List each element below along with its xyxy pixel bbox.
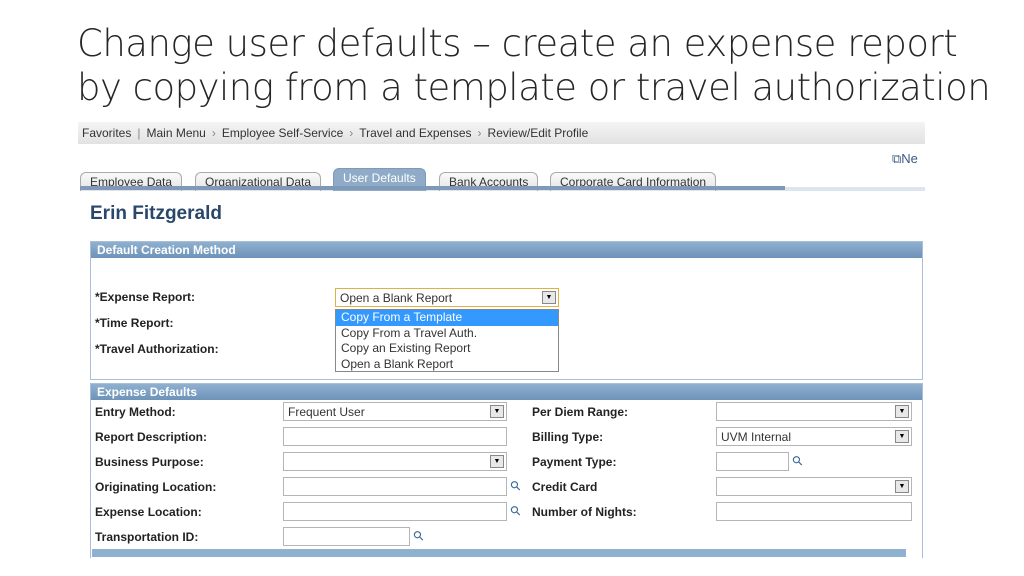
slide-title: Change user defaults – create an expense… (77, 22, 991, 110)
tab-underline (80, 186, 785, 190)
expense-report-select[interactable]: Open a Blank Report ▼ (335, 288, 559, 307)
chevron-down-icon[interactable]: ▼ (895, 430, 909, 443)
input-number-of-nights[interactable] (716, 502, 912, 521)
chevron-down-icon[interactable]: ▼ (895, 405, 909, 418)
input-report-description[interactable] (283, 427, 507, 446)
next-section-header (92, 549, 906, 557)
input-payment-type[interactable] (716, 452, 789, 471)
new-window-icon: ⧉ (892, 151, 902, 166)
chevron-right-icon: › (211, 126, 216, 140)
select-credit-card[interactable]: ▼ (716, 477, 912, 496)
new-window-link[interactable]: ⧉Ne (892, 151, 918, 167)
field-label: Business Purpose: (95, 455, 204, 469)
breadcrumb-employee-self-service[interactable]: Employee Self-Service (222, 126, 343, 140)
field-label: Billing Type: (532, 430, 604, 444)
field-value: UVM Internal (721, 430, 792, 444)
select-entry-method[interactable]: Frequent User ▼ (283, 402, 507, 421)
breadcrumb: Favorites | Main Menu › Employee Self-Serv… (78, 122, 925, 144)
expense-report-label: *Expense Report: (95, 290, 196, 304)
field-label: Number of Nights: (532, 505, 637, 519)
chevron-down-icon[interactable]: ▼ (542, 291, 556, 304)
time-report-label: *Time Report: (95, 316, 174, 330)
section-header: Expense Defaults (91, 384, 922, 400)
new-window-label: Ne (901, 151, 918, 166)
option-copy-travel-auth[interactable]: Copy From a Travel Auth. (336, 326, 558, 342)
field-label: Payment Type: (532, 455, 617, 469)
input-expense-location[interactable] (283, 502, 507, 521)
option-open-blank[interactable]: Open a Blank Report (336, 357, 558, 373)
field-label: Originating Location: (95, 480, 217, 494)
travel-authorization-label: *Travel Authorization: (95, 342, 219, 356)
field-label: Expense Location: (95, 505, 202, 519)
field-label: Entry Method: (95, 405, 176, 419)
input-transportation-id[interactable] (283, 527, 410, 546)
field-label: Report Description: (95, 430, 208, 444)
field-label: Transportation ID: (95, 530, 199, 544)
expense-report-dropdown-list: Copy From a Template Copy From a Travel … (335, 309, 559, 372)
separator: | (137, 126, 141, 140)
field-value: Frequent User (288, 405, 365, 419)
chevron-down-icon[interactable]: ▼ (490, 455, 504, 468)
input-originating-location[interactable] (283, 477, 507, 496)
select-billing-type[interactable]: UVM Internal ▼ (716, 427, 912, 446)
chevron-down-icon[interactable]: ▼ (490, 405, 504, 418)
selected-value: Open a Blank Report (340, 291, 453, 305)
title-line-2: by copying from a template or travel aut… (77, 66, 991, 109)
chevron-right-icon: › (477, 126, 482, 140)
breadcrumb-review-edit-profile[interactable]: Review/Edit Profile (488, 126, 589, 140)
select-business-purpose[interactable]: ▼ (283, 452, 507, 471)
field-label: Credit Card (532, 480, 598, 494)
chevron-right-icon: › (349, 126, 354, 140)
field-label: Per Diem Range: (532, 405, 629, 419)
chevron-down-icon[interactable]: ▼ (895, 480, 909, 493)
breadcrumb-travel-expenses[interactable]: Travel and Expenses (359, 126, 471, 140)
section-header: Default Creation Method (91, 242, 922, 258)
employee-name: Erin Fitzgerald (90, 203, 222, 224)
select-per-diem-range[interactable]: ▼ (716, 402, 912, 421)
title-line-1: Change user defaults – create an expense… (77, 22, 958, 65)
option-copy-existing[interactable]: Copy an Existing Report (336, 341, 558, 357)
option-copy-template[interactable]: Copy From a Template (336, 310, 558, 326)
breadcrumb-main-menu[interactable]: Main Menu (146, 126, 205, 140)
breadcrumb-favorites[interactable]: Favorites (82, 126, 131, 140)
